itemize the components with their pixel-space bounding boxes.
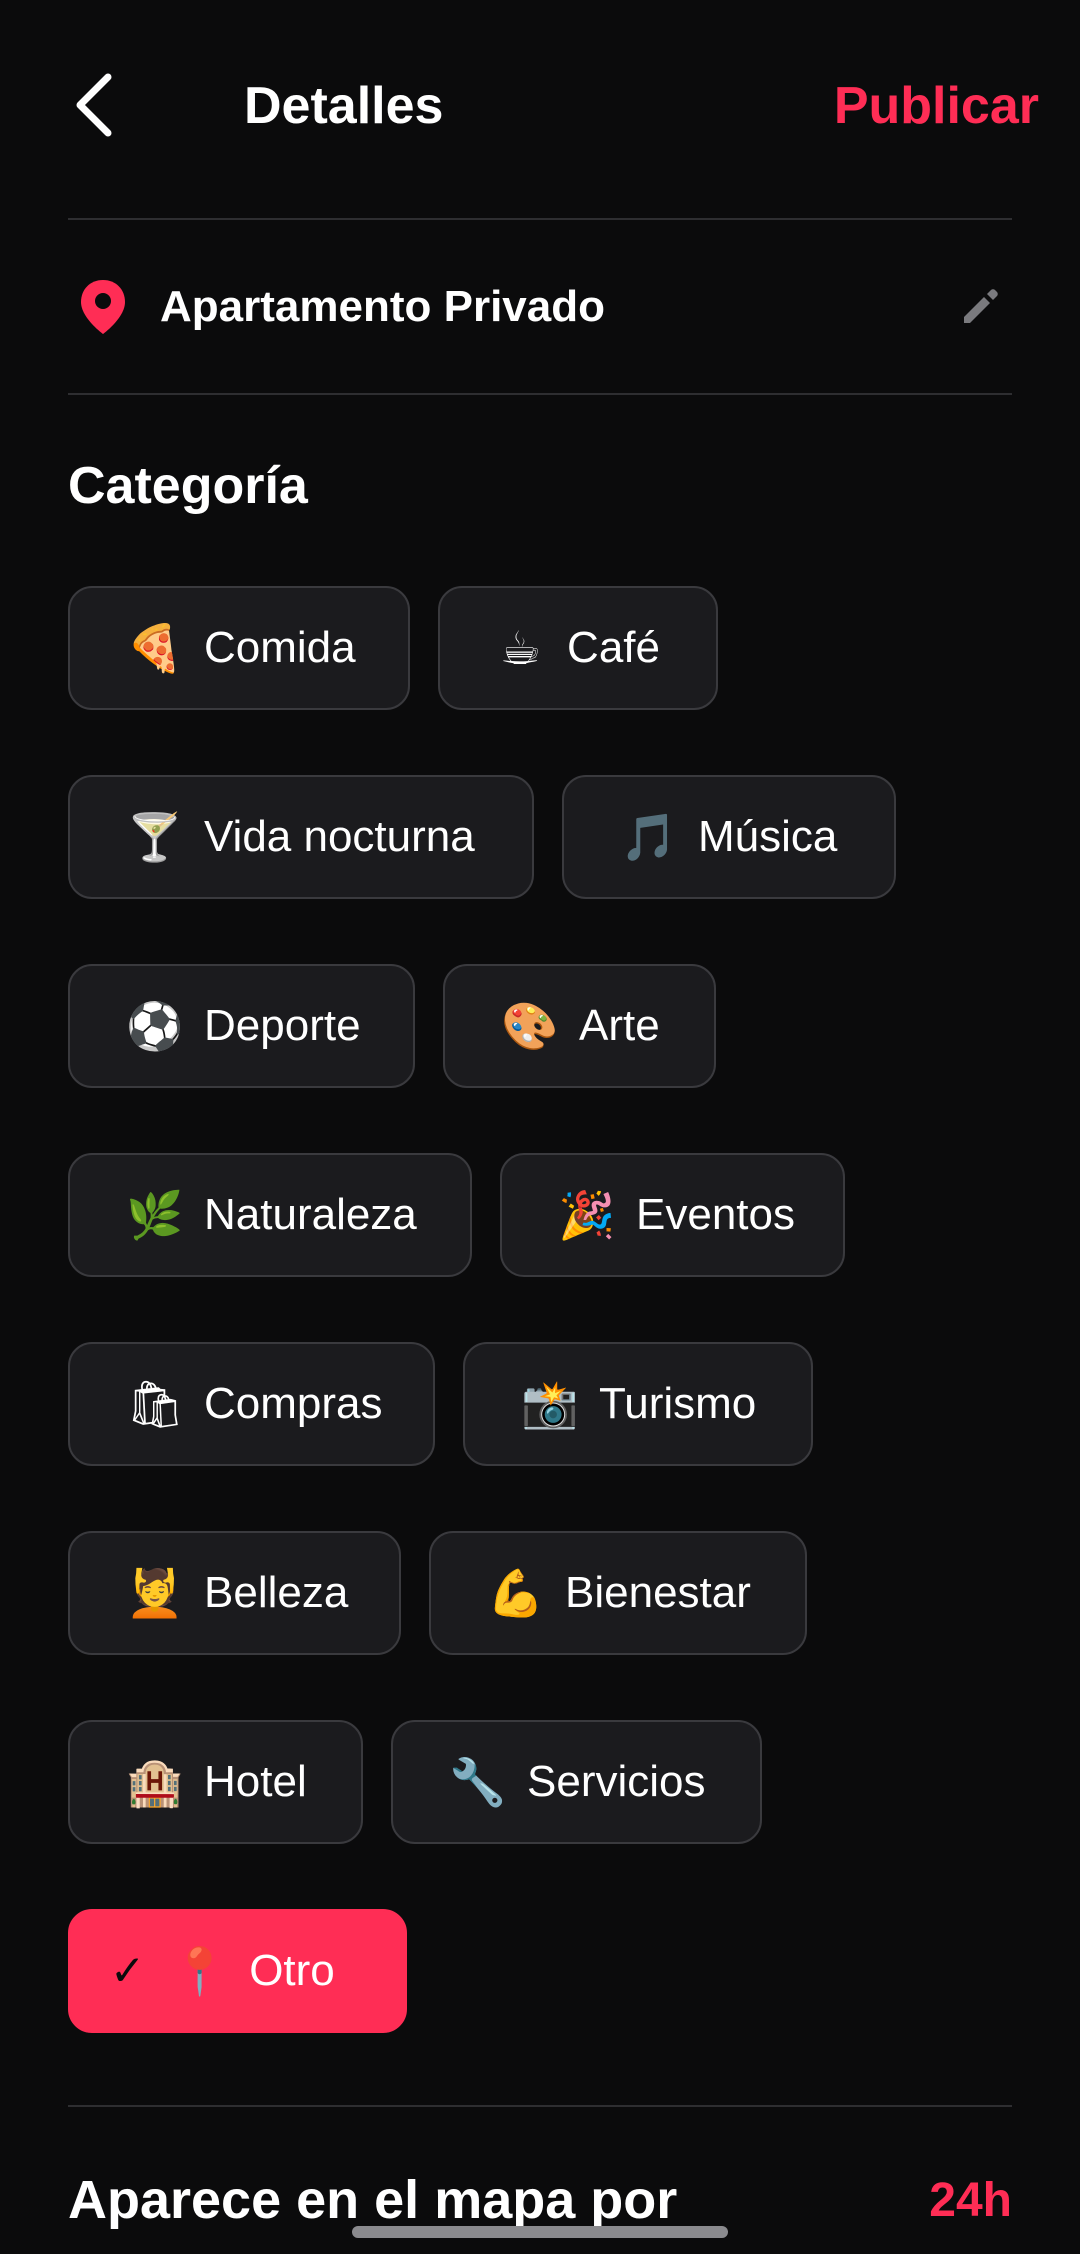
category-chip-arte[interactable]: 🎨 Arte (443, 964, 716, 1088)
hotel-icon: 🏨 (126, 1755, 184, 1809)
category-chip-deporte[interactable]: ⚽ Deporte (68, 964, 415, 1088)
chip-label: Eventos (636, 1190, 795, 1239)
back-button[interactable] (62, 68, 126, 142)
category-title: Categoría (68, 457, 308, 515)
chip-row: ✓ 📍 Otro (68, 1909, 407, 2033)
category-chip-naturaleza[interactable]: 🌿 Naturaleza (68, 1153, 472, 1277)
home-indicator[interactable] (352, 2226, 728, 2238)
chip-label: Deporte (204, 1001, 361, 1050)
category-chip-hotel[interactable]: 🏨 Hotel (68, 1720, 363, 1844)
chip-row: ⚽ Deporte 🎨 Arte (68, 964, 716, 1088)
shopping-bags-icon: 🛍 (126, 1377, 185, 1431)
pizza-icon: 🍕 (126, 621, 184, 675)
map-duration-title: Aparece en el mapa por (68, 2170, 678, 2230)
soccer-ball-icon: ⚽ (126, 999, 184, 1053)
top-bar: Detalles Publicar (0, 0, 1080, 210)
chip-label: Música (698, 812, 838, 861)
place-name: Apartamento Privado (160, 282, 605, 331)
music-note-icon: 🎵 (620, 810, 678, 864)
cocktail-icon: 🍸 (126, 810, 184, 864)
divider (68, 218, 1012, 220)
chip-row: 💆 Belleza 💪 Bienestar (68, 1531, 807, 1655)
place-row[interactable]: Apartamento Privado (68, 222, 1012, 392)
location-pin-icon (72, 276, 134, 338)
round-pushpin-icon: 📍 (171, 1944, 229, 1998)
page-title: Detalles (244, 77, 444, 135)
flexed-biceps-icon: 💪 (487, 1566, 545, 1620)
chip-label: Otro (249, 1946, 335, 1995)
category-chip-compras[interactable]: 🛍 Compras (68, 1342, 435, 1466)
divider (68, 2105, 1012, 2107)
coffee-icon: ☕ (499, 621, 542, 675)
chip-label: Compras (204, 1379, 383, 1428)
divider (68, 393, 1012, 395)
chip-label: Turismo (599, 1379, 757, 1428)
chip-row: 🌿 Naturaleza 🎉 Eventos (68, 1153, 845, 1277)
category-chip-servicios[interactable]: 🔧 Servicios (391, 1720, 762, 1844)
herb-icon: 🌿 (126, 1188, 184, 1242)
category-chip-turismo[interactable]: 📸 Turismo (463, 1342, 813, 1466)
chip-row: 🛍 Compras 📸 Turismo (68, 1342, 813, 1466)
category-chip-vida-nocturna[interactable]: 🍸 Vida nocturna (68, 775, 534, 899)
party-popper-icon: 🎉 (558, 1188, 616, 1242)
chip-label: Servicios (527, 1757, 706, 1806)
chip-row: 🍸 Vida nocturna 🎵 Música (68, 775, 896, 899)
palette-icon: 🎨 (501, 999, 559, 1053)
chip-label: Arte (579, 1001, 660, 1050)
chip-label: Naturaleza (204, 1190, 417, 1239)
check-icon: ✓ (110, 1947, 146, 1994)
chip-label: Bienestar (565, 1568, 751, 1617)
chip-label: Hotel (204, 1757, 307, 1806)
wrench-icon: 🔧 (449, 1755, 507, 1809)
chip-label: Comida (204, 623, 356, 672)
chip-label: Café (567, 623, 660, 672)
chip-row: 🍕 Comida ☕ Café (68, 586, 718, 710)
chip-row: 🏨 Hotel 🔧 Servicios (68, 1720, 762, 1844)
chip-label: Vida nocturna (204, 812, 475, 861)
category-chip-otro[interactable]: ✓ 📍 Otro (68, 1909, 407, 2033)
massage-icon: 💆 (126, 1566, 184, 1620)
category-chip-belleza[interactable]: 💆 Belleza (68, 1531, 401, 1655)
category-chip-musica[interactable]: 🎵 Música (562, 775, 896, 899)
chevron-left-icon (76, 73, 112, 137)
publish-button[interactable]: Publicar (834, 72, 1039, 140)
category-chip-comida[interactable]: 🍕 Comida (68, 586, 410, 710)
map-duration-value[interactable]: 24h (929, 2173, 1012, 2228)
pencil-icon[interactable] (954, 281, 1006, 333)
chip-label: Belleza (204, 1568, 349, 1617)
category-chip-bienestar[interactable]: 💪 Bienestar (429, 1531, 807, 1655)
category-chip-cafe[interactable]: ☕ Café (438, 586, 718, 710)
category-chip-eventos[interactable]: 🎉 Eventos (500, 1153, 845, 1277)
camera-flash-icon: 📸 (521, 1377, 579, 1431)
